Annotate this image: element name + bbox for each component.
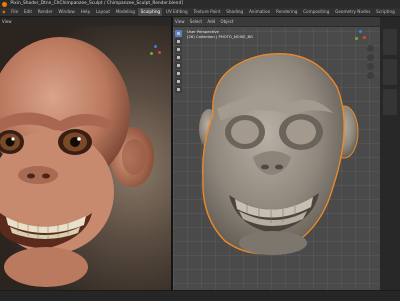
move-tool-icon[interactable] (175, 46, 182, 53)
workspace-tab-modeling[interactable]: Modeling (114, 8, 137, 16)
tool-shelf (175, 30, 183, 94)
sculpt-chimp-head (199, 53, 359, 255)
sidebar-tab-view[interactable] (383, 89, 397, 115)
sidebar-tabs (380, 17, 400, 290)
collection-label: (26) Collection | PHOTO_NOISE_BG (187, 34, 253, 39)
workspace-tab-texture-paint[interactable]: Texture Paint (191, 8, 222, 16)
sculpt-viewport-header: View Select Add Object (173, 17, 380, 27)
ortho-toggle-icon[interactable] (367, 72, 374, 79)
workspace-tab-rendering[interactable]: Rendering (274, 8, 300, 16)
workspace-tab-scripting[interactable]: Scripting (374, 8, 397, 16)
window-title: Pixin_Shader_Dtnn_ChChimpanzee_Sculpt / … (10, 1, 183, 6)
workspace-tab-compositing[interactable]: Compositing (301, 8, 332, 16)
workspace-tab-uv-editing[interactable]: UV Editing (164, 8, 190, 16)
workspace-tab-shading[interactable]: Shading (224, 8, 245, 16)
measure-tool-icon[interactable] (175, 86, 182, 93)
status-bar (0, 290, 400, 301)
rendered-chimp-head (0, 37, 154, 287)
rotate-tool-icon[interactable] (175, 54, 182, 61)
zoom-icon[interactable] (367, 45, 374, 52)
viewport-view-menu[interactable]: View (0, 17, 14, 26)
menu-render[interactable]: Render (36, 8, 55, 16)
viewport-info-overlay: User Perspective (26) Collection | PHOTO… (187, 29, 253, 39)
annotate-tool-icon[interactable] (175, 78, 182, 85)
select-tool-icon[interactable] (175, 30, 182, 37)
pan-icon[interactable] (367, 54, 374, 61)
render-viewport[interactable]: View (0, 17, 171, 290)
viewport-object-menu[interactable]: Object (218, 17, 235, 26)
viewport-view-menu-right[interactable]: View (173, 17, 187, 26)
transform-tool-icon[interactable] (175, 70, 182, 77)
workspace-tab-sculpting[interactable]: Sculpting (138, 8, 163, 16)
menu-edit[interactable]: Edit (22, 8, 34, 16)
camera-view-icon[interactable] (367, 63, 374, 70)
view-controls (367, 45, 374, 81)
blender-menu-icon[interactable]: ◆ (0, 8, 8, 16)
menu-help[interactable]: Help (78, 8, 92, 16)
menu-window[interactable]: Window (56, 8, 77, 16)
cursor-tool-icon[interactable] (175, 38, 182, 45)
workspace-tab-geometry-nodes[interactable]: Geometry Nodes (333, 8, 373, 16)
sculpt-viewport[interactable]: View Select Add Object User Perspective … (173, 17, 380, 290)
menu-bar: ◆ File Edit Render Window Help Layout Mo… (0, 8, 400, 17)
menu-file[interactable]: File (9, 8, 20, 16)
navigation-gizmo-icon[interactable] (150, 45, 162, 57)
blender-logo-icon (2, 1, 7, 7)
workspace-tab-layout[interactable]: Layout (94, 8, 113, 16)
viewport-select-menu[interactable]: Select (188, 17, 204, 26)
render-viewport-header: View (0, 17, 171, 26)
navigation-gizmo-icon[interactable] (355, 30, 367, 42)
workspace-tab-animation[interactable]: Animation (247, 8, 273, 16)
viewport-add-menu[interactable]: Add (205, 17, 217, 26)
window-title-bar: Pixin_Shader_Dtnn_ChChimpanzee_Sculpt / … (0, 0, 400, 8)
sidebar-tab-item[interactable] (383, 29, 397, 55)
scale-tool-icon[interactable] (175, 62, 182, 69)
sidebar-tab-tool[interactable] (383, 59, 397, 85)
